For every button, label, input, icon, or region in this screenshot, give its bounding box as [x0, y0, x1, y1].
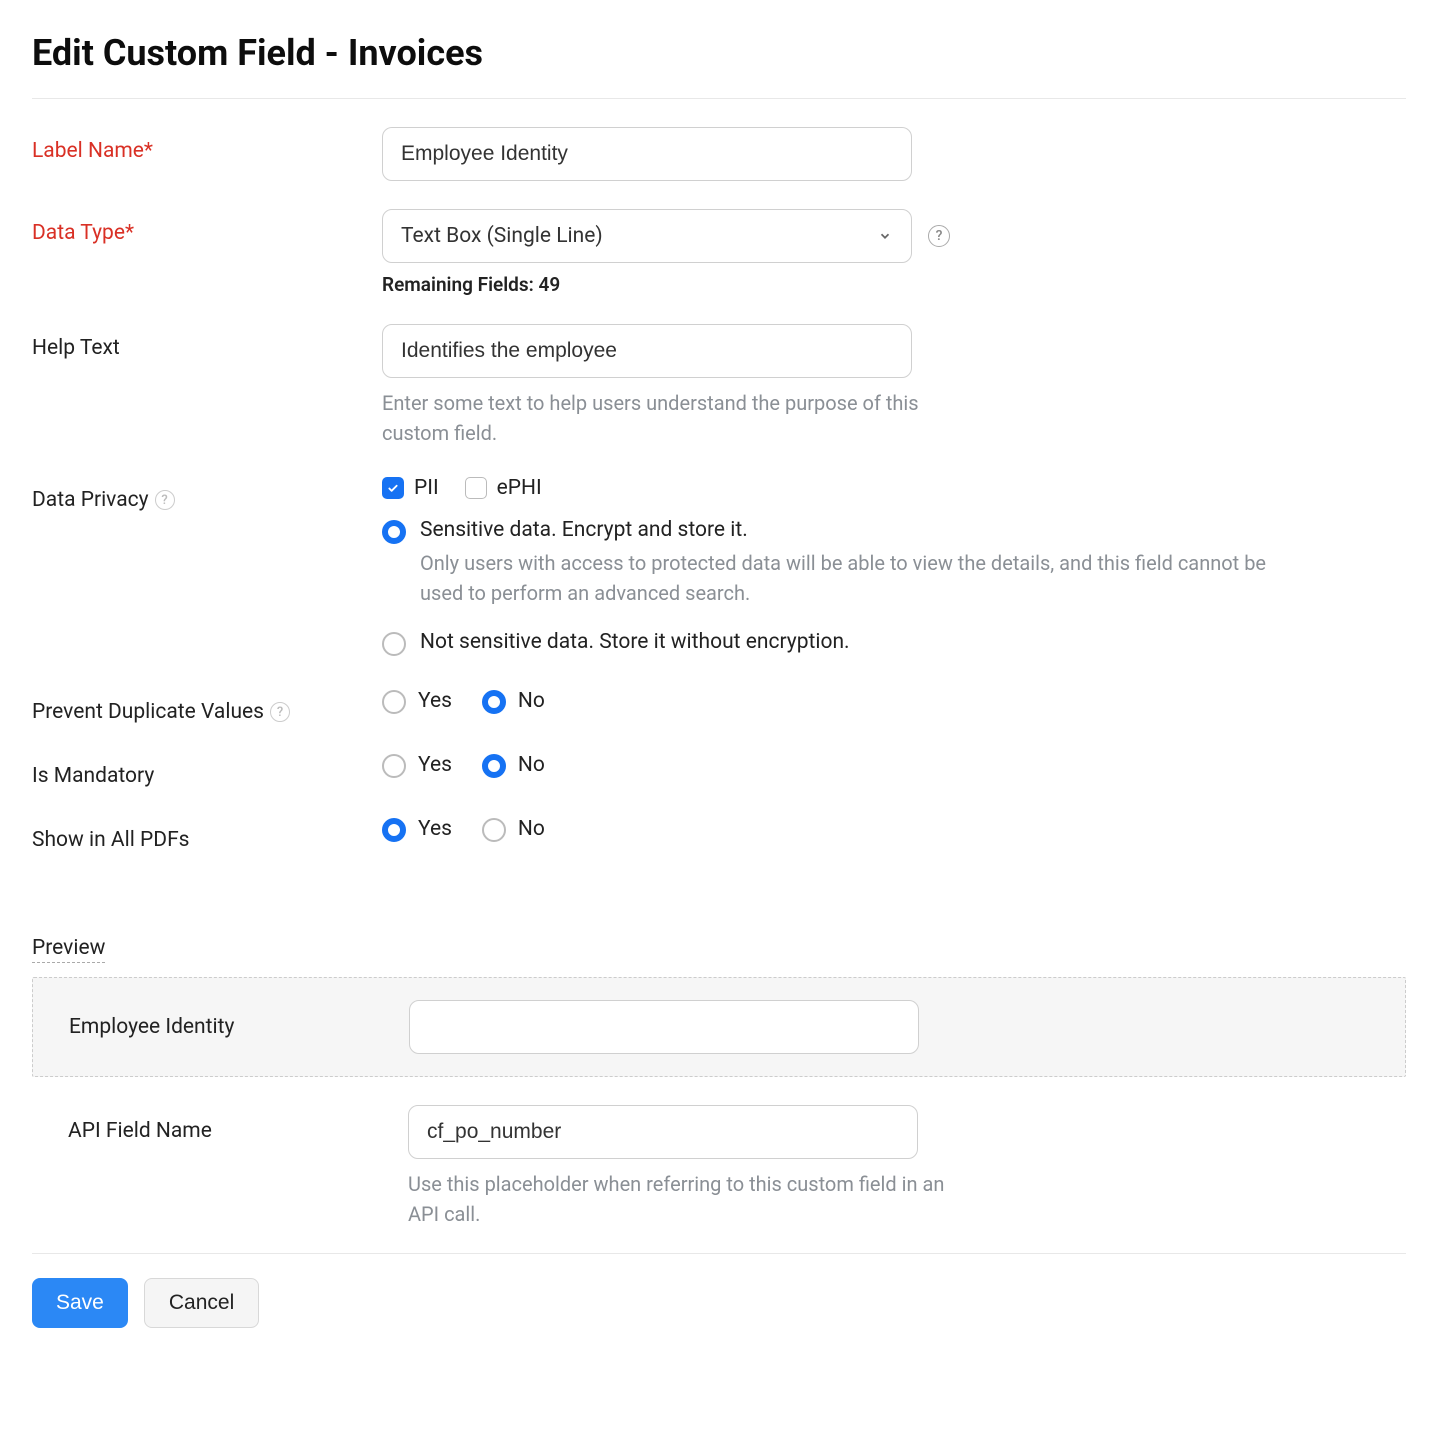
divider: [32, 1253, 1406, 1254]
row-show-pdf: Show in All PDFs Yes No: [32, 816, 1406, 852]
not-sensitive-label: Not sensitive data. Store it without enc…: [420, 630, 1406, 654]
radio-unselected-icon: [382, 632, 406, 656]
mandatory-no-radio[interactable]: No: [482, 752, 545, 778]
showpdf-no-radio[interactable]: No: [482, 816, 545, 842]
label-help-text: Help Text: [32, 324, 382, 360]
radio-selected-icon: [382, 520, 406, 544]
prevent-dup-yes-radio[interactable]: Yes: [382, 688, 452, 714]
label-show-pdf: Show in All PDFs: [32, 816, 382, 852]
help-text-hint: Enter some text to help users understand…: [382, 388, 922, 448]
yes-label: Yes: [418, 753, 452, 777]
radio-selected-icon: [482, 690, 506, 714]
label-api-field-name: API Field Name: [68, 1105, 408, 1143]
sensitive-label: Sensitive data. Encrypt and store it.: [420, 518, 1406, 542]
label-is-mandatory: Is Mandatory: [32, 752, 382, 788]
preview-heading: Preview: [32, 936, 105, 963]
radio-selected-icon: [382, 818, 406, 842]
help-text-input[interactable]: [382, 324, 912, 378]
sensitive-desc: Only users with access to protected data…: [420, 548, 1300, 608]
remaining-fields-text: Remaining Fields: 49: [382, 273, 1406, 296]
save-button[interactable]: Save: [32, 1278, 128, 1328]
yes-label: Yes: [418, 689, 452, 713]
showpdf-yes-radio[interactable]: Yes: [382, 816, 452, 842]
row-api-field-name: API Field Name Use this placeholder when…: [32, 1105, 1406, 1229]
row-is-mandatory: Is Mandatory Yes No: [32, 752, 1406, 788]
chevron-down-icon: [877, 228, 893, 244]
no-label: No: [518, 689, 545, 713]
api-field-hint: Use this placeholder when referring to t…: [408, 1169, 968, 1229]
ephi-checkbox[interactable]: ePHI: [465, 476, 542, 500]
prevent-dup-no-radio[interactable]: No: [482, 688, 545, 714]
label-label-name: Label Name*: [32, 127, 382, 163]
help-icon[interactable]: ?: [155, 490, 175, 510]
checkbox-unchecked-icon: [465, 477, 487, 499]
api-field-name-input[interactable]: [408, 1105, 918, 1159]
pii-label: PII: [414, 476, 439, 500]
yes-label: Yes: [418, 817, 452, 841]
not-sensitive-radio[interactable]: Not sensitive data. Store it without enc…: [382, 630, 1406, 660]
sensitive-radio[interactable]: Sensitive data. Encrypt and store it. On…: [382, 518, 1406, 608]
page-title: Edit Custom Field - Invoices: [32, 32, 1406, 99]
label-data-type: Data Type*: [32, 209, 382, 245]
no-label: No: [518, 817, 545, 841]
row-help-text: Help Text Enter some text to help users …: [32, 324, 1406, 448]
preview-input[interactable]: [409, 1000, 919, 1054]
label-name-input[interactable]: [382, 127, 912, 181]
preview-field-label: Employee Identity: [69, 1015, 409, 1039]
data-type-value: Text Box (Single Line): [401, 224, 603, 248]
row-data-type: Data Type* Text Box (Single Line) ? Rema…: [32, 209, 1406, 296]
checkbox-checked-icon: [382, 477, 404, 499]
cancel-button[interactable]: Cancel: [144, 1278, 259, 1328]
preview-box: Employee Identity: [32, 977, 1406, 1077]
row-label-name: Label Name*: [32, 127, 1406, 181]
radio-unselected-icon: [382, 690, 406, 714]
no-label: No: [518, 753, 545, 777]
radio-selected-icon: [482, 754, 506, 778]
mandatory-yes-radio[interactable]: Yes: [382, 752, 452, 778]
radio-unselected-icon: [382, 754, 406, 778]
data-type-select[interactable]: Text Box (Single Line): [382, 209, 912, 263]
pii-checkbox[interactable]: PII: [382, 476, 439, 500]
help-icon[interactable]: ?: [270, 702, 290, 722]
row-data-privacy: Data Privacy ? PII ePHI Sensitiv: [32, 476, 1406, 660]
row-prevent-dup: Prevent Duplicate Values ? Yes No: [32, 688, 1406, 724]
label-prevent-dup: Prevent Duplicate Values ?: [32, 688, 382, 724]
label-data-privacy: Data Privacy ?: [32, 476, 382, 512]
ephi-label: ePHI: [497, 476, 542, 500]
help-icon[interactable]: ?: [928, 225, 950, 247]
radio-unselected-icon: [482, 818, 506, 842]
